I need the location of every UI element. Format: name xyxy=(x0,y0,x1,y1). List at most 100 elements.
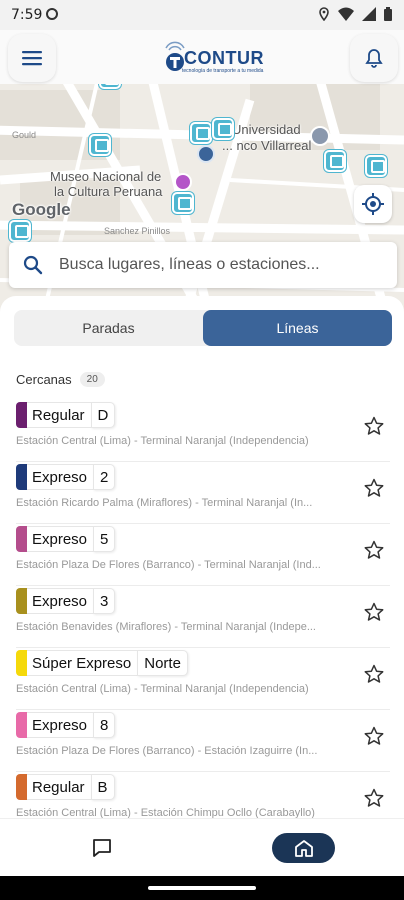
user-location-dot xyxy=(197,145,215,163)
map-place-museum-2: la Cultura Peruana xyxy=(54,184,163,199)
tab-paradas[interactable]: Paradas xyxy=(14,310,203,346)
chat-button[interactable] xyxy=(84,833,120,863)
route-row[interactable]: Súper Expreso Norte Estación Central (Li… xyxy=(16,648,390,710)
route-chip: Regular B xyxy=(16,774,115,800)
route-type: Expreso xyxy=(27,464,94,490)
star-icon[interactable] xyxy=(364,416,384,436)
bus-stop-icon[interactable] xyxy=(190,122,212,144)
google-attribution: Google xyxy=(12,200,71,219)
home-icon xyxy=(294,840,313,857)
chat-icon xyxy=(93,839,111,857)
route-code: 8 xyxy=(93,712,116,738)
route-chip: Expreso 5 xyxy=(16,526,116,552)
wifi-icon xyxy=(338,7,354,21)
route-description: Estación Benavides (Miraflores) - Termin… xyxy=(16,621,316,633)
system-nav-bar xyxy=(0,876,404,900)
nearby-title: Cercanas xyxy=(16,372,72,387)
search-bar[interactable] xyxy=(9,242,397,288)
search-input[interactable] xyxy=(59,250,379,280)
map-place-university-2: ... nco Villarreal xyxy=(222,138,312,153)
route-row[interactable]: Expreso 8 Estación Plaza De Flores (Barr… xyxy=(16,710,390,772)
nearby-count-badge: 20 xyxy=(79,372,105,387)
bell-icon xyxy=(365,49,383,68)
route-type: Expreso xyxy=(27,526,94,552)
route-type: Regular xyxy=(27,402,91,428)
route-code: B xyxy=(90,774,115,800)
route-code: D xyxy=(90,402,116,428)
notifications-button[interactable] xyxy=(350,34,398,82)
nearby-header: Cercanas 20 xyxy=(16,372,105,387)
route-type: Regular xyxy=(27,774,91,800)
route-color-bar xyxy=(16,464,27,490)
route-type: Súper Expreso xyxy=(27,650,138,676)
menu-icon xyxy=(22,51,42,66)
route-type: Expreso xyxy=(27,712,94,738)
route-code: 3 xyxy=(93,588,116,614)
route-chip: Regular D xyxy=(16,402,116,428)
route-code: 2 xyxy=(93,464,116,490)
route-code: 5 xyxy=(93,526,116,552)
map-street-gould: Gould xyxy=(12,130,37,140)
bus-stop-icon[interactable] xyxy=(212,118,234,140)
bottom-nav xyxy=(0,818,404,876)
crosshair-icon xyxy=(362,193,384,215)
bus-stop-icon[interactable] xyxy=(365,155,387,177)
gesture-handle[interactable] xyxy=(148,886,256,890)
logo-tagline: tecnología de transporte a tu medida xyxy=(182,68,264,74)
route-color-bar xyxy=(16,712,27,738)
route-chip: Expreso 8 xyxy=(16,712,116,738)
route-code: Norte xyxy=(137,650,188,676)
star-icon[interactable] xyxy=(364,540,384,560)
route-row[interactable]: Regular D Estación Central (Lima) - Term… xyxy=(16,400,390,462)
bus-stop-icon[interactable] xyxy=(89,134,111,156)
route-row[interactable]: Expreso 3 Estación Benavides (Miraflores… xyxy=(16,586,390,648)
tab-lineas[interactable]: Líneas xyxy=(203,310,392,346)
notification-icon xyxy=(46,8,58,20)
tab-bar: Paradas Líneas xyxy=(14,310,392,346)
route-color-bar xyxy=(16,774,27,800)
star-icon[interactable] xyxy=(364,664,384,684)
bus-stop-icon[interactable] xyxy=(324,150,346,172)
lines-panel: Paradas Líneas Cercanas 20 Regular D Est… xyxy=(0,296,404,824)
route-description: Estación Central (Lima) - Terminal Naran… xyxy=(16,683,309,695)
route-type: Expreso xyxy=(27,588,94,614)
home-button[interactable] xyxy=(272,833,335,863)
route-chip: Expreso 2 xyxy=(16,464,116,490)
route-list: Regular D Estación Central (Lima) - Term… xyxy=(16,400,390,824)
status-icons xyxy=(318,7,392,21)
route-description: Estación Ricardo Palma (Miraflores) - Te… xyxy=(16,497,313,509)
star-icon[interactable] xyxy=(364,788,384,808)
my-location-button[interactable] xyxy=(354,185,392,223)
bus-stop-icon[interactable] xyxy=(9,220,31,242)
route-description: Estación Central (Lima) - Terminal Naran… xyxy=(16,435,309,447)
route-row[interactable]: Expreso 5 Estación Plaza De Flores (Barr… xyxy=(16,524,390,586)
route-row[interactable]: Expreso 2 Estación Ricardo Palma (Mirafl… xyxy=(16,462,390,524)
status-bar: 7:59 xyxy=(0,0,404,30)
menu-button[interactable] xyxy=(8,34,56,82)
star-icon[interactable] xyxy=(364,726,384,746)
route-chip: Expreso 3 xyxy=(16,588,116,614)
map-street-sanchez: Sanchez Pinillos xyxy=(104,226,171,236)
logo-text: CONTUR xyxy=(184,48,264,68)
search-icon xyxy=(23,255,43,275)
star-icon[interactable] xyxy=(364,478,384,498)
status-time: 7:59 xyxy=(11,7,43,23)
route-color-bar xyxy=(16,526,27,552)
route-chip: Súper Expreso Norte xyxy=(16,650,188,676)
signal-icon xyxy=(362,7,376,21)
map-place-museum: Museo Nacional de xyxy=(50,169,162,184)
map-place-university: Universidad xyxy=(232,122,301,137)
route-color-bar xyxy=(16,650,27,676)
route-color-bar xyxy=(16,402,27,428)
university-pin-icon[interactable] xyxy=(310,126,330,146)
route-color-bar xyxy=(16,588,27,614)
star-icon[interactable] xyxy=(364,602,384,622)
contur-logo: CONTUR tecnología de transporte a tu med… xyxy=(160,38,264,80)
route-description: Estación Plaza De Flores (Barranco) - Te… xyxy=(16,559,321,571)
route-row[interactable]: Regular B Estación Central (Lima) - Esta… xyxy=(16,772,390,824)
museum-pin-icon[interactable] xyxy=(174,173,192,191)
route-description: Estación Plaza De Flores (Barranco) - Es… xyxy=(16,745,318,757)
battery-icon xyxy=(384,7,392,21)
location-icon xyxy=(319,7,329,21)
bus-stop-icon[interactable] xyxy=(172,192,194,214)
